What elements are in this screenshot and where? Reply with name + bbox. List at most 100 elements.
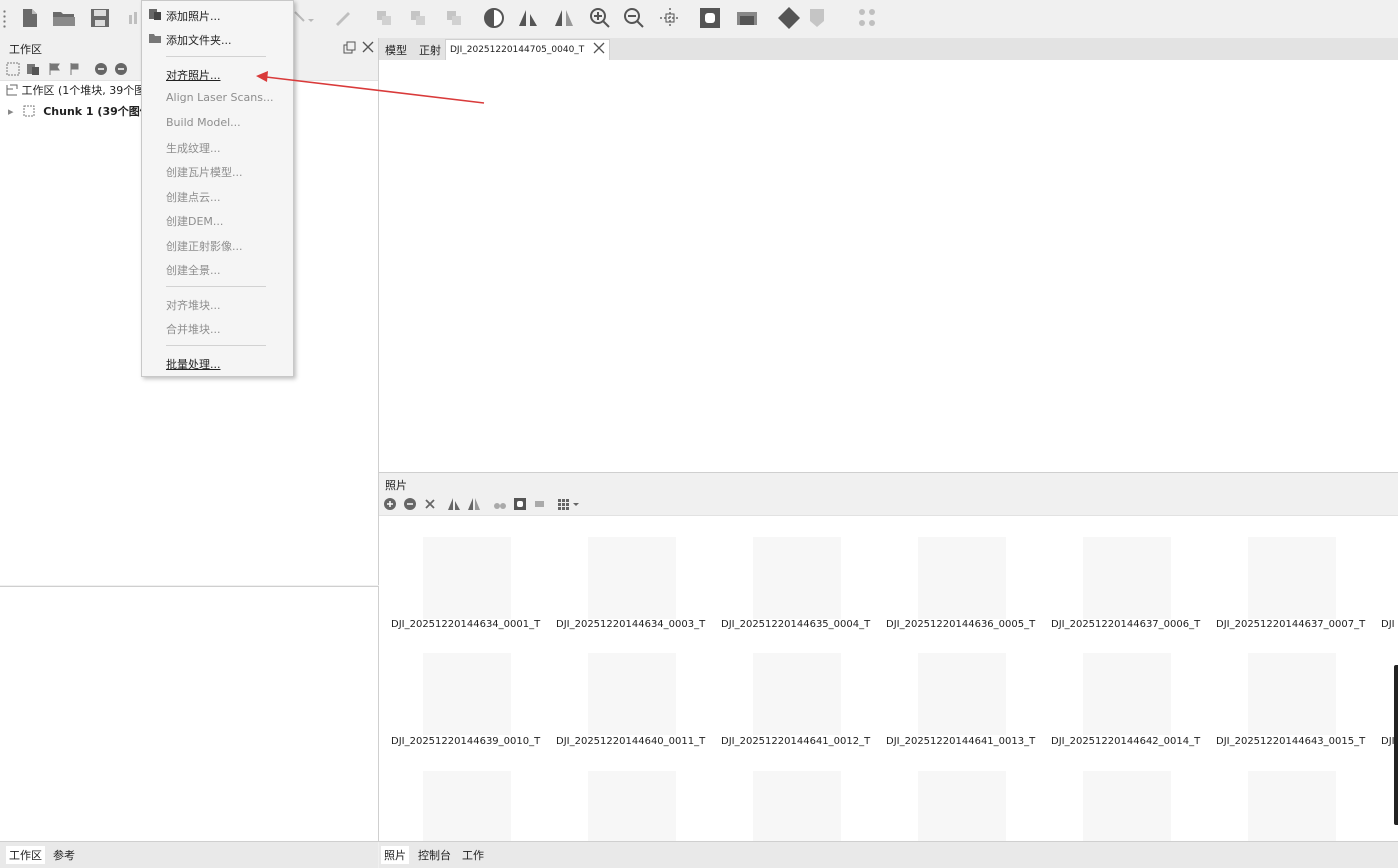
workspace-tree-icon — [6, 84, 18, 96]
photo-thumbnail[interactable] — [1248, 653, 1336, 735]
close-tab-icon[interactable] — [593, 42, 605, 54]
scrollbar[interactable] — [1394, 665, 1398, 825]
model-viewport[interactable] — [379, 60, 1398, 472]
tree-root-workspace[interactable]: 工作区 (1个堆块, 39个图 — [6, 82, 145, 100]
disable-icon[interactable] — [114, 62, 128, 76]
photo-thumbnail[interactable] — [753, 771, 841, 842]
add-photos-icon[interactable] — [26, 62, 40, 76]
photo-thumbnail[interactable] — [753, 653, 841, 735]
marker-icon[interactable] — [808, 6, 832, 30]
photo-label: DJI_20251220144639_0010_T — [391, 736, 541, 747]
tab-image[interactable]: DJI_20251220144705_0040_T — [445, 39, 611, 60]
photo-thumbnail[interactable] — [1248, 771, 1336, 842]
save-icon[interactable] — [88, 6, 112, 30]
photo-thumbnail[interactable] — [423, 537, 511, 619]
photo-thumbnail[interactable] — [918, 537, 1006, 619]
highlight-icon[interactable] — [776, 6, 800, 30]
photo-thumbnail[interactable] — [1083, 771, 1171, 842]
frame-icon[interactable] — [698, 6, 722, 30]
remove-camera-icon[interactable] — [423, 497, 437, 511]
rotate-right-icon[interactable] — [467, 497, 481, 511]
menu-item-merge-chunks[interactable]: 合并堆块... — [166, 321, 221, 337]
photo-thumbnail[interactable] — [1083, 653, 1171, 735]
copy-icon[interactable] — [372, 6, 396, 30]
tab-console[interactable]: 控制台 — [415, 846, 454, 864]
photo-label: DJI_20251220144637_0006_T — [1051, 619, 1201, 630]
photo-thumbnail[interactable] — [588, 537, 676, 619]
move-icon[interactable] — [658, 6, 682, 30]
menu-item-build-orthomosaic[interactable]: 创建正射影像... — [166, 238, 243, 254]
disable-camera-icon[interactable] — [403, 497, 417, 511]
photo-thumbnail[interactable] — [588, 653, 676, 735]
menu-item-build-tiled-model[interactable]: 创建瓦片模型... — [166, 164, 243, 180]
menu-item-add-photos[interactable]: 添加照片... — [166, 8, 221, 24]
menu-item-build-model[interactable]: Build Model... — [166, 116, 241, 129]
menu-item-build-texture[interactable]: 生成纹理... — [166, 140, 221, 156]
reset-view-icon[interactable] — [516, 6, 540, 30]
zoom-in-icon[interactable] — [588, 6, 612, 30]
tab-reference[interactable]: 参考 — [50, 846, 78, 864]
undock-icon[interactable] — [343, 41, 357, 54]
tab-jobs[interactable]: 工作 — [459, 846, 487, 864]
menu-item-build-point-cloud[interactable]: 创建点云... — [166, 189, 221, 205]
thumbnail-size-icon[interactable] — [557, 497, 581, 511]
mask-icon[interactable] — [513, 497, 527, 511]
close-icon[interactable] — [362, 41, 374, 53]
photo-thumbnail[interactable] — [918, 653, 1006, 735]
photo-label: DJI_20251220144641_0012_T — [721, 736, 871, 747]
add-chunk-icon[interactable] — [6, 62, 20, 76]
menu-item-build-dem[interactable]: 创建DEM... — [166, 213, 223, 229]
tree-root-label: 工作区 (1个堆块, 39个图 — [21, 84, 146, 97]
menu-item-batch-process[interactable]: 批量处理... — [166, 356, 221, 372]
add-flag-icon[interactable] — [68, 62, 82, 76]
ruler-icon[interactable] — [330, 6, 354, 30]
menu-item-align-photos[interactable]: 对齐照片... — [166, 67, 221, 83]
photo-label: DJI — [1381, 736, 1395, 747]
menu-item-align-laser-scans[interactable]: Align Laser Scans... — [166, 91, 273, 104]
display-mode-icon[interactable] — [736, 6, 760, 30]
enable-icon[interactable] — [94, 62, 108, 76]
photo-thumbnail[interactable] — [588, 771, 676, 842]
filter-icon[interactable] — [493, 497, 507, 511]
tab-image-label: DJI_20251220144705_0040_T — [450, 45, 585, 55]
tree-chunk-1[interactable]: ▸ Chunk 1 (39个图像 — [8, 103, 151, 121]
photo-thumbnail[interactable] — [423, 771, 511, 842]
enable-camera-icon[interactable] — [383, 497, 397, 511]
image-view-icon[interactable] — [533, 497, 547, 511]
tab-ortho[interactable]: 正射 — [415, 41, 445, 59]
zoom-out-icon[interactable] — [622, 6, 646, 30]
workflow-menu: 添加照片... 添加文件夹... 对齐照片... Align Laser Sca… — [141, 0, 294, 377]
menu-item-add-folder[interactable]: 添加文件夹... — [166, 32, 232, 48]
flip-view-icon[interactable] — [552, 6, 576, 30]
shade-icon[interactable] — [482, 6, 506, 30]
open-icon[interactable] — [52, 6, 76, 30]
photo-label: DJI_20251220144634_0001_T — [391, 619, 541, 630]
photo-label: DJI_20251220144636_0005_T — [886, 619, 1036, 630]
pointer-icon[interactable] — [292, 6, 316, 30]
photo-thumbnail[interactable] — [1248, 537, 1336, 619]
tab-photos[interactable]: 照片 — [381, 846, 409, 864]
photo-thumbnail[interactable] — [918, 771, 1006, 842]
chunk-icon — [23, 105, 35, 117]
rotate-left-icon[interactable] — [447, 497, 461, 511]
photo-thumbnail[interactable] — [753, 537, 841, 619]
photos-title-bar: 照片 — [379, 473, 1398, 493]
photo-label: DJI_20251220144641_0013_T — [886, 736, 1036, 747]
expand-arrow-icon[interactable]: ▸ — [8, 105, 14, 118]
tab-model[interactable]: 模型 — [381, 41, 411, 59]
menu-item-align-chunks[interactable]: 对齐堆块... — [166, 297, 221, 313]
scale-icon[interactable] — [856, 6, 880, 30]
add-markers-icon[interactable] — [48, 62, 62, 76]
photo-thumbnail[interactable] — [423, 653, 511, 735]
toolbar-grip[interactable] — [3, 9, 6, 29]
photos-toolbar — [379, 493, 1398, 516]
photo-thumbnail[interactable] — [1083, 537, 1171, 619]
menu-item-build-panorama[interactable]: 创建全景... — [166, 262, 221, 278]
tab-workspace[interactable]: 工作区 — [6, 846, 45, 864]
add-folder-icon — [149, 34, 161, 43]
menu-separator — [166, 286, 266, 287]
copy3-icon[interactable] — [442, 6, 466, 30]
copy2-icon[interactable] — [406, 6, 430, 30]
workspace-title: 工作区 — [9, 43, 42, 56]
new-icon[interactable] — [18, 6, 42, 30]
